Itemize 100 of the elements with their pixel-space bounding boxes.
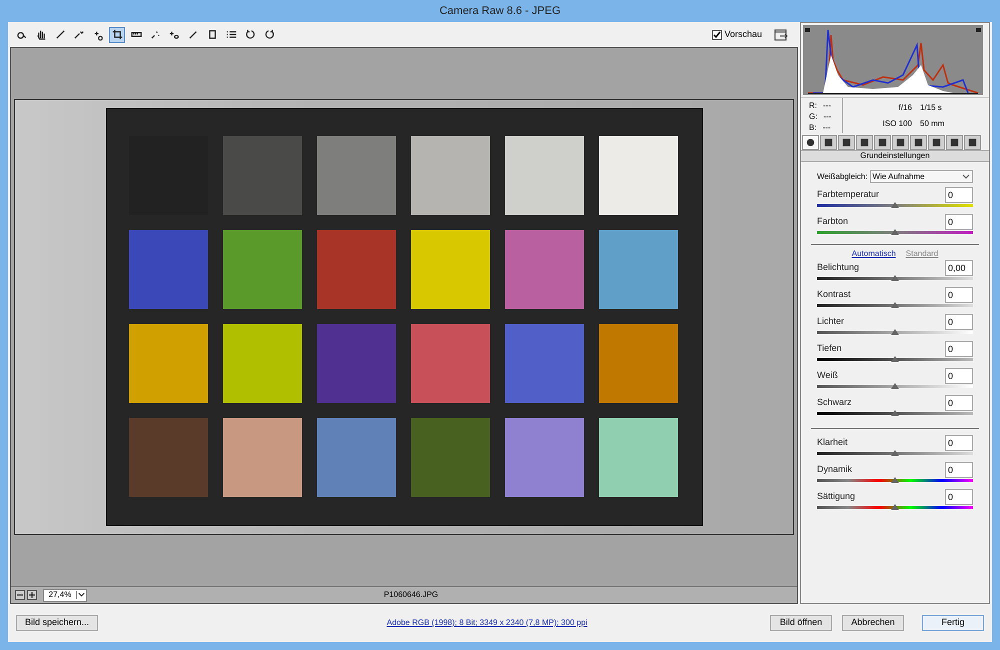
slider-track[interactable] (817, 385, 973, 388)
slider-thumb[interactable] (891, 302, 899, 308)
panel-icon (967, 137, 978, 148)
panel-icon (895, 137, 906, 148)
panel-icon (877, 137, 888, 148)
iso: ISO 100 (882, 118, 912, 130)
balance-dropdown[interactable]: Wie Aufnahme (870, 170, 973, 183)
value-field[interactable]: 0 (945, 489, 973, 505)
panel-tab[interactable] (928, 135, 945, 150)
value-field[interactable]: 0 (945, 368, 973, 384)
slider-label: Klarheit (817, 436, 848, 450)
slider-label: Lichter (817, 315, 844, 328)
panel-tab[interactable] (946, 135, 963, 150)
value-field[interactable]: 0 (945, 287, 973, 303)
check-icon (713, 30, 722, 38)
slider-thumb[interactable] (891, 410, 899, 416)
slider-thumb[interactable] (891, 275, 899, 281)
slider-track[interactable] (817, 304, 973, 307)
panel-tab[interactable] (838, 135, 855, 150)
value-field[interactable]: 0 (945, 214, 973, 230)
window-title: Camera Raw 8.6 - JPEG (438, 4, 562, 19)
tool-icon (244, 28, 256, 41)
slider-track[interactable] (817, 412, 973, 415)
slider-track[interactable] (817, 479, 973, 482)
slider-thumb[interactable] (891, 450, 899, 456)
slider-label: Dynamik (817, 463, 852, 476)
tool-icon (54, 28, 66, 41)
value-field[interactable]: 0 (945, 395, 973, 411)
tool-icon (34, 28, 48, 41)
slider-thumb[interactable] (891, 504, 899, 510)
dialog-button[interactable]: Fertig (922, 615, 984, 631)
balance-label: Weißabgleich: (817, 170, 868, 182)
slider-thumb[interactable] (891, 202, 899, 208)
slider-thumb[interactable] (891, 329, 899, 335)
channel-value: --- (823, 111, 832, 122)
workflow-options-link[interactable]: Adobe RGB (1998); 8 Bit; 3349 x 2340 (7,8 MP); 300 ppi (104, 617, 760, 629)
panel-tab[interactable] (892, 135, 909, 150)
slider-thumb[interactable] (891, 383, 899, 389)
slider-track[interactable] (817, 358, 973, 361)
panel-tab[interactable] (820, 135, 837, 150)
slider-label: Farbton (817, 215, 848, 228)
zoom-dropdown[interactable]: 27,4% (43, 588, 87, 602)
panel-icon (859, 137, 870, 148)
crop-icon[interactable] (109, 26, 125, 42)
panel-tab[interactable] (910, 135, 927, 150)
value-field[interactable]: 0 (945, 187, 973, 203)
slider-label: Weiß (817, 369, 838, 382)
save-image-button[interactable]: Bild speichern... (16, 615, 98, 631)
zoom-in-button[interactable] (27, 590, 37, 600)
channel-label: R: (809, 100, 817, 111)
channel-label: B: (809, 122, 817, 133)
panel-icon (913, 137, 924, 148)
panel-icon (823, 137, 834, 148)
slider-label: Schwarz (817, 396, 852, 410)
slider-track[interactable] (817, 452, 973, 455)
slider-track[interactable] (817, 331, 973, 334)
filename: P1060646.JPG (382, 589, 440, 601)
panel-icon (949, 137, 960, 148)
panel-tab[interactable] (874, 135, 891, 150)
clipping-warning-icon[interactable] (805, 28, 810, 32)
slider-track[interactable] (817, 277, 973, 280)
panel-title: Grundeinstellungen (801, 150, 989, 162)
tool-icon (224, 28, 238, 41)
slider-thumb[interactable] (891, 229, 899, 235)
panel-icon (931, 137, 942, 148)
channel-value: --- (823, 100, 831, 111)
panel-icon (805, 137, 816, 148)
value-field[interactable]: 0 (945, 462, 973, 478)
tool-icon (110, 28, 124, 41)
channel-value: --- (822, 122, 831, 133)
slider-thumb[interactable] (891, 356, 899, 362)
caret-icon (962, 174, 970, 180)
value-field[interactable]: 0 (945, 341, 973, 357)
auto-link[interactable]: Automatisch (852, 248, 896, 260)
slider-track[interactable] (817, 204, 973, 207)
slider-track[interactable] (817, 231, 973, 234)
slider-label: Tiefen (817, 342, 842, 356)
slider-label: Kontrast (817, 288, 851, 302)
zoom-out-button[interactable] (15, 590, 25, 600)
preview-checkbox[interactable] (712, 30, 722, 40)
panel-tab[interactable] (802, 135, 819, 150)
channel-label: G: (809, 111, 818, 122)
slider-label: Belichtung (817, 261, 860, 274)
plus-icon (28, 591, 36, 599)
value-field[interactable]: 0,00 (945, 260, 973, 276)
focal-length: 50 mm (920, 118, 946, 130)
fullscreen-icon[interactable] (774, 28, 788, 40)
preview-label[interactable]: Vorschau (724, 28, 762, 42)
dialog-button[interactable]: Abbrechen (842, 615, 904, 631)
panel-tab[interactable] (964, 135, 981, 150)
clipping-warning-icon[interactable] (976, 28, 981, 32)
panel-icon (841, 137, 852, 148)
slider-label: Sättigung (817, 490, 856, 504)
value-field[interactable]: 0 (945, 435, 973, 451)
value-field[interactable]: 0 (945, 314, 973, 330)
slider-thumb[interactable] (891, 477, 899, 483)
tool-icon (262, 28, 276, 41)
dialog-button[interactable]: Bild öffnen (770, 615, 832, 631)
panel-tab[interactable] (856, 135, 873, 150)
slider-track[interactable] (817, 506, 973, 509)
